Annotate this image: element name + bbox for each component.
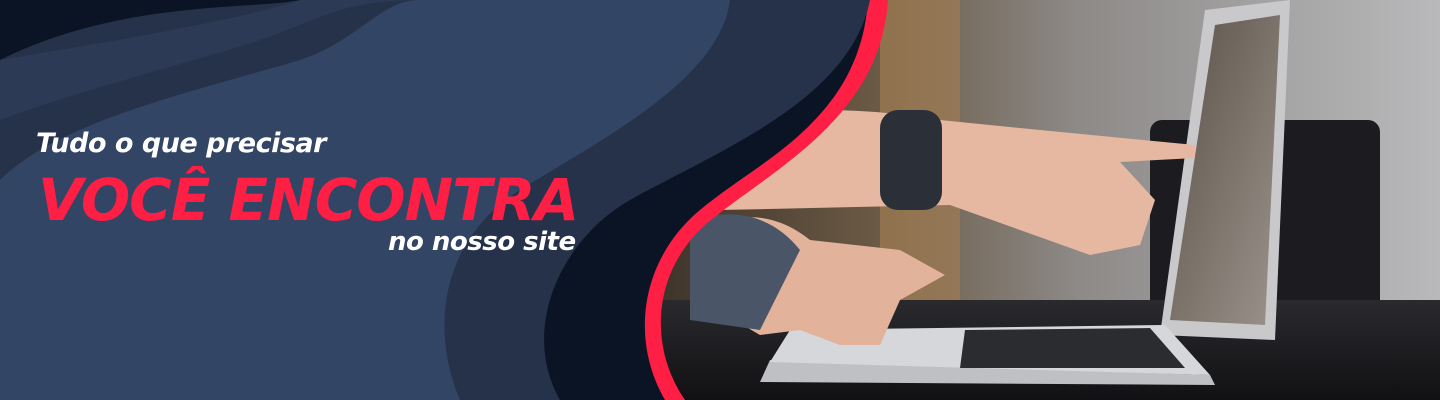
- headline-main: VOCÊ ENCONTRA: [38, 166, 579, 234]
- headline-line-1: Tudo o que precisar: [36, 128, 326, 159]
- headline-line-3: no nosso site: [388, 227, 576, 257]
